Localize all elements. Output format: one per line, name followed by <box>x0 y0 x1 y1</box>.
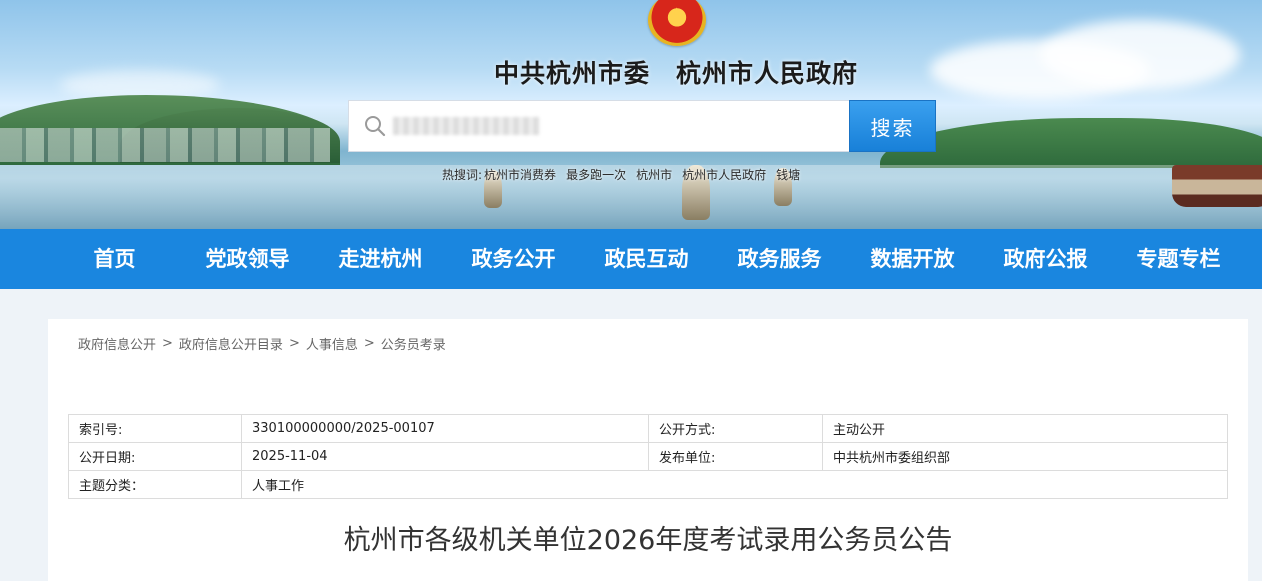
hot-word-link[interactable]: 杭州市人民政府 <box>682 166 766 184</box>
breadcrumb-separator: > <box>363 335 375 351</box>
publisher-label: 发布单位: <box>648 442 823 471</box>
hot-word-link[interactable]: 最多跑一次 <box>566 166 626 184</box>
breadcrumb-item[interactable]: 公务员考录 <box>381 334 446 353</box>
index-value: 330100000000/2025-00107 <box>241 414 649 443</box>
document-info-table: 索引号: 330100000000/2025-00107 公开方式: 主动公开 … <box>68 414 1228 499</box>
article-title: 杭州市各级机关单位2026年度考试录用公务员公告 <box>343 525 953 556</box>
shore-buildings <box>0 128 330 162</box>
site-title: 中共杭州市委 杭州市人民政府 <box>493 59 858 88</box>
method-value: 主动公开 <box>822 414 1228 443</box>
pleasure-boat <box>1172 165 1262 207</box>
breadcrumb-item[interactable]: 人事信息 <box>306 334 358 353</box>
breadcrumb-item[interactable]: 政府信息公开 <box>78 334 156 353</box>
search-button[interactable]: 搜索 <box>849 100 936 152</box>
nav-item-topics[interactable]: 专题专栏 <box>1112 229 1245 289</box>
hot-words: 热搜词: 杭州市消费券 最多跑一次 杭州市 杭州市人民政府 钱塘 <box>442 166 800 184</box>
nav-item-gazette[interactable]: 政府公报 <box>979 229 1112 289</box>
nav-item-leadership[interactable]: 党政领导 <box>181 229 314 289</box>
search-icon <box>365 116 386 137</box>
nav-item-home[interactable]: 首页 <box>48 229 181 289</box>
breadcrumb-separator: > <box>288 335 300 351</box>
main-nav: 首页 党政领导 走进杭州 政务公开 政民互动 政务服务 数据开放 政府公报 专题… <box>0 229 1262 289</box>
hot-words-label: 热搜词: <box>442 168 483 182</box>
breadcrumb-item[interactable]: 政府信息公开目录 <box>179 334 283 353</box>
nav-item-about[interactable]: 走进杭州 <box>314 229 447 289</box>
nav-item-services[interactable]: 政务服务 <box>713 229 846 289</box>
table-row: 主题分类： 人事工作 <box>68 470 1228 499</box>
table-row: 索引号: 330100000000/2025-00107 公开方式: 主动公开 <box>68 414 1228 443</box>
category-value: 人事工作 <box>241 470 1228 499</box>
nav-item-open-gov[interactable]: 政务公开 <box>447 229 580 289</box>
emblem-star-icon: ★ <box>671 5 682 19</box>
hot-word-link[interactable]: 钱塘 <box>776 166 800 184</box>
breadcrumb: 政府信息公开 > 政府信息公开目录 > 人事信息 > 公务员考录 <box>78 334 446 353</box>
publisher-value: 中共杭州市委组织部 <box>822 442 1228 471</box>
nav-item-open-data[interactable]: 数据开放 <box>846 229 979 289</box>
hills-right <box>880 118 1262 168</box>
breadcrumb-separator: > <box>162 335 173 351</box>
table-row: 公开日期: 2025-11-04 发布单位: 中共杭州市委组织部 <box>68 442 1228 471</box>
date-value: 2025-11-04 <box>241 442 649 471</box>
search-input-blurred-text <box>393 117 539 135</box>
hot-word-link[interactable]: 杭州市 <box>636 166 672 184</box>
index-label: 索引号: <box>68 414 242 443</box>
hot-word-link[interactable]: 杭州市消费券 <box>484 166 556 184</box>
nav-item-interaction[interactable]: 政民互动 <box>580 229 713 289</box>
category-label: 主题分类： <box>68 470 242 499</box>
method-label: 公开方式: <box>648 414 823 443</box>
date-label: 公开日期: <box>68 442 242 471</box>
